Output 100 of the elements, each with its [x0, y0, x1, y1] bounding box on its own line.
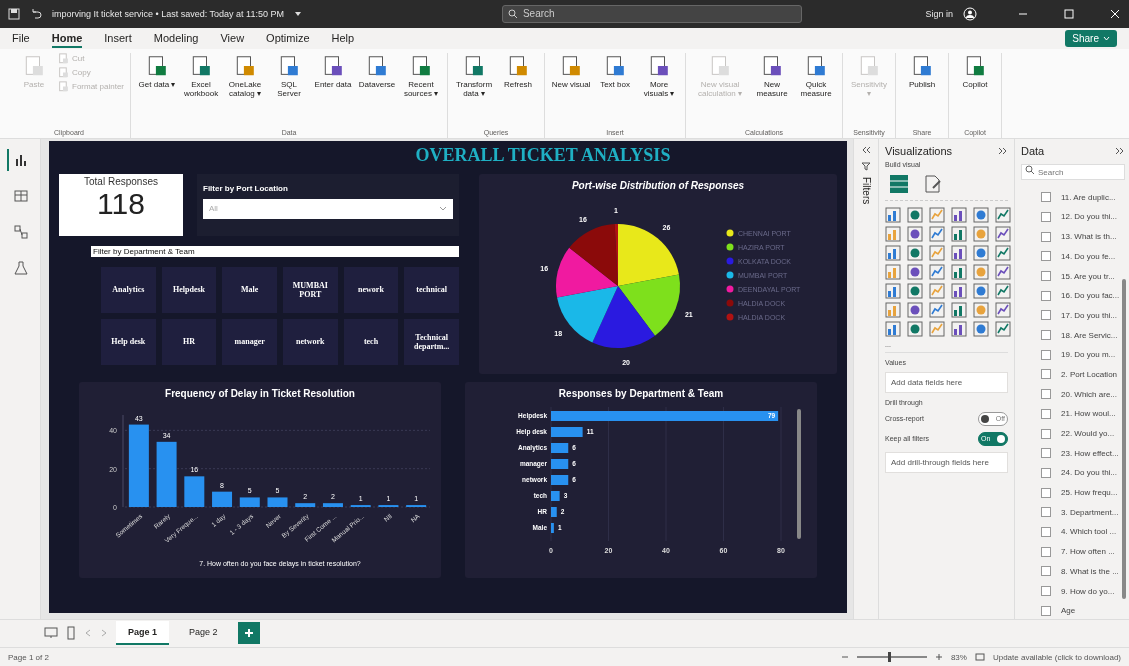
checkbox[interactable]: [1041, 546, 1051, 557]
ribbon-button[interactable]: Copilot: [955, 53, 996, 92]
field-label[interactable]: 24. Do you thi...: [1061, 468, 1118, 478]
menu-tab[interactable]: Optimize: [266, 29, 310, 48]
menu-tab[interactable]: Home: [51, 29, 83, 48]
field-label[interactable]: 13. What is th...: [1061, 232, 1117, 242]
desktop-icon[interactable]: [44, 627, 58, 640]
ribbon-button[interactable]: Excel workbook: [181, 53, 222, 101]
ribbon-button[interactable]: New visual: [551, 53, 592, 92]
field-label[interactable]: 4. Which tool ...: [1061, 527, 1117, 537]
field-label[interactable]: 14. Do you fe...: [1061, 251, 1116, 261]
ribbon-button[interactable]: More visuals ▾: [639, 53, 680, 101]
field-label[interactable]: 7. How often ...: [1061, 547, 1115, 557]
checkbox[interactable]: [1041, 349, 1051, 360]
chart-type-icon[interactable]: [951, 225, 967, 242]
search-field[interactable]: Search: [501, 4, 802, 23]
chart-type-icon[interactable]: [907, 282, 923, 299]
chart-type-icon[interactable]: [929, 225, 945, 242]
menu-tab[interactable]: File: [12, 29, 30, 48]
checkbox[interactable]: [1041, 507, 1051, 518]
caret-icon[interactable]: [293, 10, 302, 17]
slicer-tile[interactable]: Analytics: [101, 266, 156, 313]
menu-tab[interactable]: Help: [331, 29, 355, 48]
chart-type-icon[interactable]: [995, 206, 1011, 223]
ribbon-button[interactable]: Quick measure: [796, 53, 837, 101]
chart-type-icon[interactable]: [995, 263, 1011, 280]
chart-type-icon[interactable]: [973, 244, 989, 261]
table-icon[interactable]: [889, 173, 909, 194]
drop-zone[interactable]: Add data fields here: [885, 371, 1008, 393]
ribbon-button[interactable]: Get data ▾: [137, 53, 178, 92]
ribbon-button[interactable]: Text box: [595, 53, 636, 92]
slicer-tile[interactable]: network: [283, 318, 338, 365]
drop-zone[interactable]: Add drill-through fields here: [885, 451, 1008, 473]
chart-type-icon[interactable]: [907, 206, 923, 223]
menu-tab[interactable]: View: [220, 29, 245, 48]
page-tab[interactable]: Page 2: [177, 621, 230, 646]
slicer-tile[interactable]: Helpdesk: [161, 266, 217, 313]
field-label[interactable]: 11. Are duplic...: [1061, 192, 1116, 202]
slider-thumb[interactable]: [888, 652, 892, 663]
checkbox[interactable]: [1041, 192, 1051, 203]
page-tab[interactable]: Page 1: [116, 621, 170, 646]
checkbox[interactable]: [1041, 586, 1051, 596]
ribbon-button[interactable]: New measure: [752, 53, 793, 101]
menu-tab[interactable]: Modeling: [153, 29, 199, 48]
slicer-tile[interactable]: Male: [222, 266, 277, 313]
slicer-tile[interactable]: technical: [404, 266, 459, 313]
document-title[interactable]: imporving It ticket service • Last saved: Today at 11:50 PM: [52, 8, 284, 19]
checkbox[interactable]: [1041, 605, 1051, 616]
field-label[interactable]: 8. What is the ...: [1061, 566, 1119, 576]
field-label[interactable]: 20. Which are...: [1061, 389, 1118, 399]
chart-type-icon[interactable]: [973, 206, 989, 223]
chart-type-icon[interactable]: [929, 263, 945, 280]
checkbox[interactable]: [1041, 467, 1051, 478]
scrollbar[interactable]: [1122, 278, 1126, 599]
slicer-tile[interactable]: manager: [222, 318, 277, 365]
field-label[interactable]: 19. Do you m...: [1061, 350, 1116, 360]
checkbox[interactable]: [1041, 271, 1051, 281]
ribbon-button[interactable]: Recent sources ▾: [401, 53, 442, 101]
chart-type-icon[interactable]: [907, 320, 923, 337]
chart-type-icon[interactable]: [885, 282, 901, 299]
chart-type-icon[interactable]: [951, 282, 967, 299]
field-label[interactable]: 23. How effect...: [1061, 448, 1119, 458]
phone-icon[interactable]: [66, 626, 76, 641]
chart-type-icon[interactable]: [907, 225, 923, 242]
chart-type-icon[interactable]: [995, 320, 1011, 337]
checkbox[interactable]: [1041, 211, 1051, 222]
share-button[interactable]: Share: [1065, 30, 1117, 48]
field-label[interactable]: 15. Are you tr...: [1061, 271, 1115, 281]
field-label[interactable]: 12. Do you thi...: [1061, 212, 1118, 222]
brush-page-icon[interactable]: [923, 173, 943, 194]
checkbox[interactable]: [1041, 330, 1051, 341]
user-icon[interactable]: [963, 6, 977, 21]
checkbox[interactable]: [1041, 369, 1051, 380]
chart-type-icon[interactable]: [995, 225, 1011, 242]
ribbon-button[interactable]: Enter data: [313, 53, 354, 92]
chart-type-icon[interactable]: [885, 244, 901, 261]
expand-icon[interactable]: [1115, 145, 1125, 156]
chart-type-icon[interactable]: [885, 320, 901, 337]
ribbon-button[interactable]: Publish: [902, 53, 943, 92]
ribbon-button[interactable]: Refresh: [498, 53, 539, 92]
chart-type-icon[interactable]: [929, 301, 945, 318]
checkbox[interactable]: [1041, 526, 1051, 537]
chart-type-icon[interactable]: [973, 320, 989, 337]
chart-type-icon[interactable]: [907, 301, 923, 318]
chart-type-icon[interactable]: [951, 301, 967, 318]
plus-icon[interactable]: [934, 653, 943, 662]
chart-type-icon[interactable]: [907, 263, 923, 280]
checkbox[interactable]: [1041, 428, 1051, 439]
chart-type-icon[interactable]: [885, 206, 901, 223]
chart-type-icon[interactable]: [951, 244, 967, 261]
sign-in-link[interactable]: Sign in: [925, 8, 953, 19]
field-label[interactable]: 18. Are Servic...: [1061, 330, 1118, 340]
field-label[interactable]: 17. Do you thi...: [1061, 310, 1118, 320]
slicer-tile[interactable]: Technical departm...: [404, 318, 459, 365]
field-label[interactable]: 2. Port Location: [1061, 369, 1118, 379]
menu-tab[interactable]: Insert: [104, 29, 132, 48]
checkbox[interactable]: [1041, 251, 1051, 262]
slicer-tile[interactable]: nework: [343, 266, 399, 313]
chart-type-icon[interactable]: [995, 282, 1011, 299]
chart-type-icon[interactable]: [995, 244, 1011, 261]
